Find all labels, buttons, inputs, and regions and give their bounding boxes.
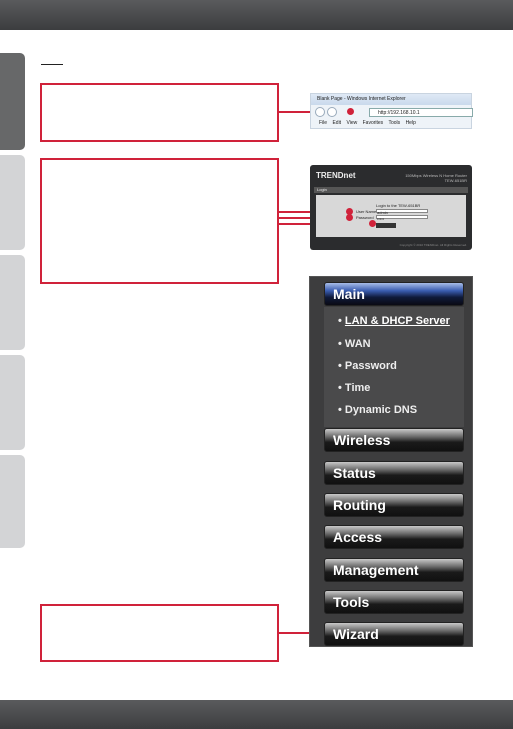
router-menu-screenshot: Main • LAN & DHCP Server • WAN • Passwor…	[309, 276, 473, 647]
marker-dot	[346, 214, 353, 221]
heading-underline	[41, 64, 63, 65]
forward-icon	[327, 107, 337, 117]
side-tab-1[interactable]	[0, 53, 25, 150]
login-panel: Login to the TEW-651BR User Name admin P…	[316, 195, 466, 237]
browser-screenshot: Blank Page - Windows Internet Explorer h…	[310, 93, 473, 129]
callout-box-2	[40, 158, 279, 284]
header-bar	[0, 0, 513, 30]
menu-wizard: Wizard	[324, 622, 464, 646]
pass-field: •••••	[376, 215, 428, 221]
submenu-lan-dhcp: LAN & DHCP Server	[344, 315, 450, 327]
marker-dot	[369, 220, 376, 227]
address-bar: http://192.168.10.1	[369, 108, 473, 117]
submenu-time: Time	[344, 382, 371, 394]
login-header: Login	[314, 187, 468, 193]
menu-wireless: Wireless	[324, 428, 464, 452]
login-prompt: Login to the TEW-651BR	[376, 203, 421, 208]
menu-tools: Tools	[324, 590, 464, 614]
trendnet-logo: TRENDnet	[316, 171, 356, 180]
copyright: Copyright © 2010 TRENDnet. All Rights Re…	[399, 243, 467, 247]
login-button	[376, 223, 396, 228]
user-field: admin	[376, 209, 428, 215]
submenu-password: Password	[344, 360, 397, 372]
callout-box-3	[40, 604, 279, 662]
menu-routing: Routing	[324, 493, 464, 517]
model-text: 150Mbps Wireless N Home Router TEW-651BR	[405, 173, 467, 183]
side-tab-4[interactable]	[0, 355, 25, 450]
browser-menu: File Edit View Favorites Tools Help	[319, 120, 416, 126]
menu-access: Access	[324, 525, 464, 549]
menu-management: Management	[324, 558, 464, 582]
side-tab-3[interactable]	[0, 255, 25, 350]
side-tab-5[interactable]	[0, 455, 25, 548]
browser-title: Blank Page - Windows Internet Explorer	[311, 94, 471, 105]
menu-status: Status	[324, 461, 464, 485]
menu-main: Main	[324, 282, 464, 306]
main-submenu: • LAN & DHCP Server • WAN • Password • T…	[324, 307, 464, 427]
side-tab-2[interactable]	[0, 155, 25, 250]
submenu-ddns: Dynamic DNS	[344, 404, 418, 416]
back-icon	[315, 107, 325, 117]
marker-dot	[347, 108, 354, 115]
user-label: User Name	[356, 209, 377, 214]
callout-box-1	[40, 83, 279, 142]
login-screenshot: TRENDnet 150Mbps Wireless N Home Router …	[310, 165, 472, 250]
submenu-wan: WAN	[344, 338, 371, 350]
footer-bar	[0, 700, 513, 729]
